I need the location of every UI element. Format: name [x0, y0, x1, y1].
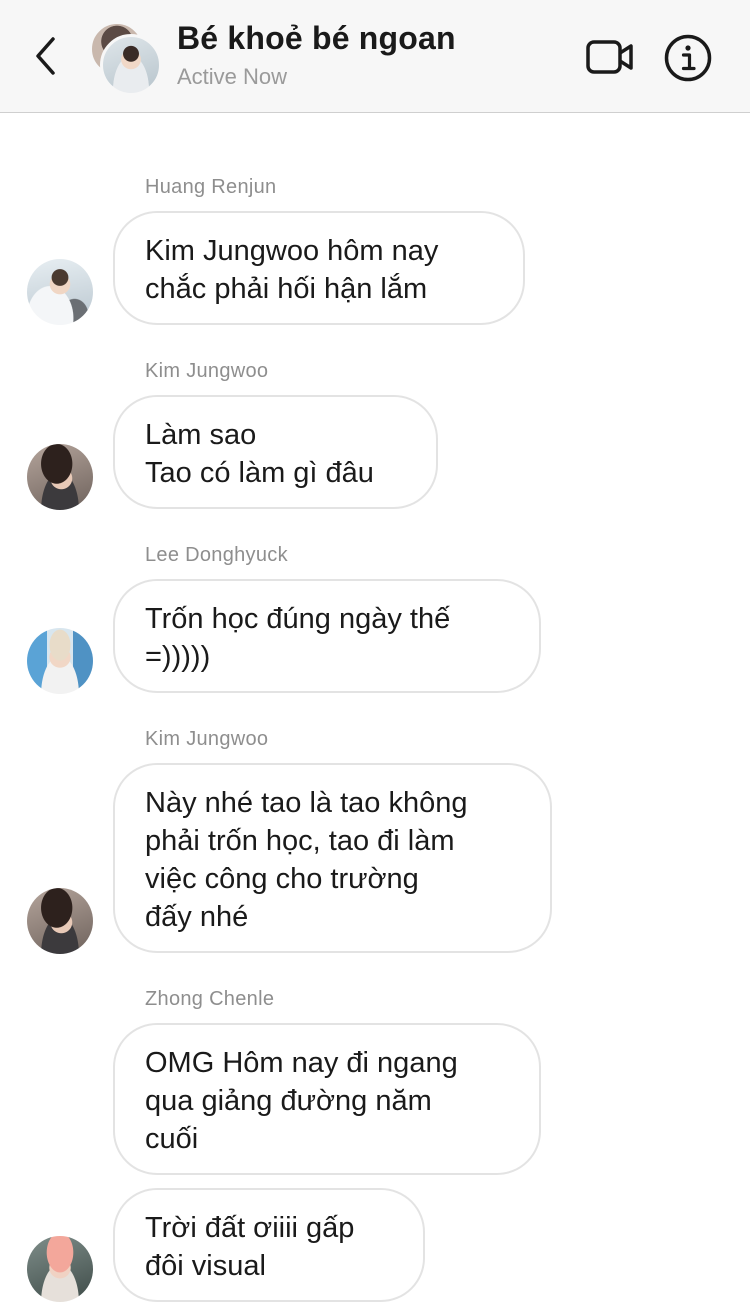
message-text: Trời đất ơiiii gấp [145, 1212, 355, 1244]
sender-name: Huang Renjun [145, 176, 277, 198]
message-text: đấy nhé [145, 901, 249, 933]
message-text: Kim Jungwoo hôm nay [145, 235, 439, 267]
avatar[interactable] [27, 1236, 93, 1302]
message-text: chắc phải hối hận lắm [145, 273, 428, 305]
chat-header: Bé khoẻ bé ngoan Active Now [0, 0, 750, 113]
message-bubble[interactable]: Trốn học đúng ngày thế =))))) [113, 579, 541, 693]
group-avatar-front [100, 34, 162, 96]
message-text: Tao có làm gì đâu [145, 457, 374, 489]
sender-name: Kim Jungwoo [145, 728, 269, 750]
message-text: đôi visual [145, 1250, 266, 1282]
message-text: Làm sao [145, 419, 257, 451]
message-text: OMG Hôm nay đi ngang [145, 1047, 458, 1079]
message-bubble[interactable]: Kim Jungwoo hôm nay chắc phải hối hận lắ… [113, 211, 525, 325]
message-text: =))))) [145, 641, 211, 673]
video-camera-icon [586, 40, 633, 74]
active-status: Active Now [177, 64, 288, 89]
chevron-left-icon [36, 37, 55, 75]
message-text: Này nhé tao là tao không [145, 787, 468, 819]
sender-name: Kim Jungwoo [145, 360, 269, 382]
avatar[interactable] [27, 888, 93, 954]
message-bubble[interactable]: Này nhé tao là tao không phải trốn học, … [113, 763, 552, 953]
message-bubble[interactable]: Trời đất ơiiii gấp đôi visual [113, 1188, 425, 1302]
group-avatar[interactable] [88, 20, 162, 96]
message-text: phải trốn học, tao đi làm [145, 825, 455, 857]
avatar[interactable] [27, 628, 93, 694]
avatar[interactable] [27, 259, 93, 325]
message-bubble[interactable]: OMG Hôm nay đi ngang qua giảng đường năm… [113, 1023, 541, 1175]
sender-name: Zhong Chenle [145, 988, 275, 1010]
back-button[interactable] [24, 32, 68, 80]
message-text: qua giảng đường năm [145, 1085, 432, 1117]
avatar[interactable] [27, 444, 93, 510]
sender-name: Lee Donghyuck [145, 544, 288, 566]
message-bubble[interactable]: Làm sao Tao có làm gì đâu [113, 395, 438, 509]
message-text: cuối [145, 1123, 199, 1155]
video-call-button[interactable] [580, 32, 640, 82]
message-text: việc công cho trường [145, 863, 419, 895]
info-icon [664, 34, 712, 82]
info-button[interactable] [660, 30, 716, 86]
message-text: Trốn học đúng ngày thế [145, 603, 451, 635]
chat-title[interactable]: Bé khoẻ bé ngoan [177, 20, 456, 57]
